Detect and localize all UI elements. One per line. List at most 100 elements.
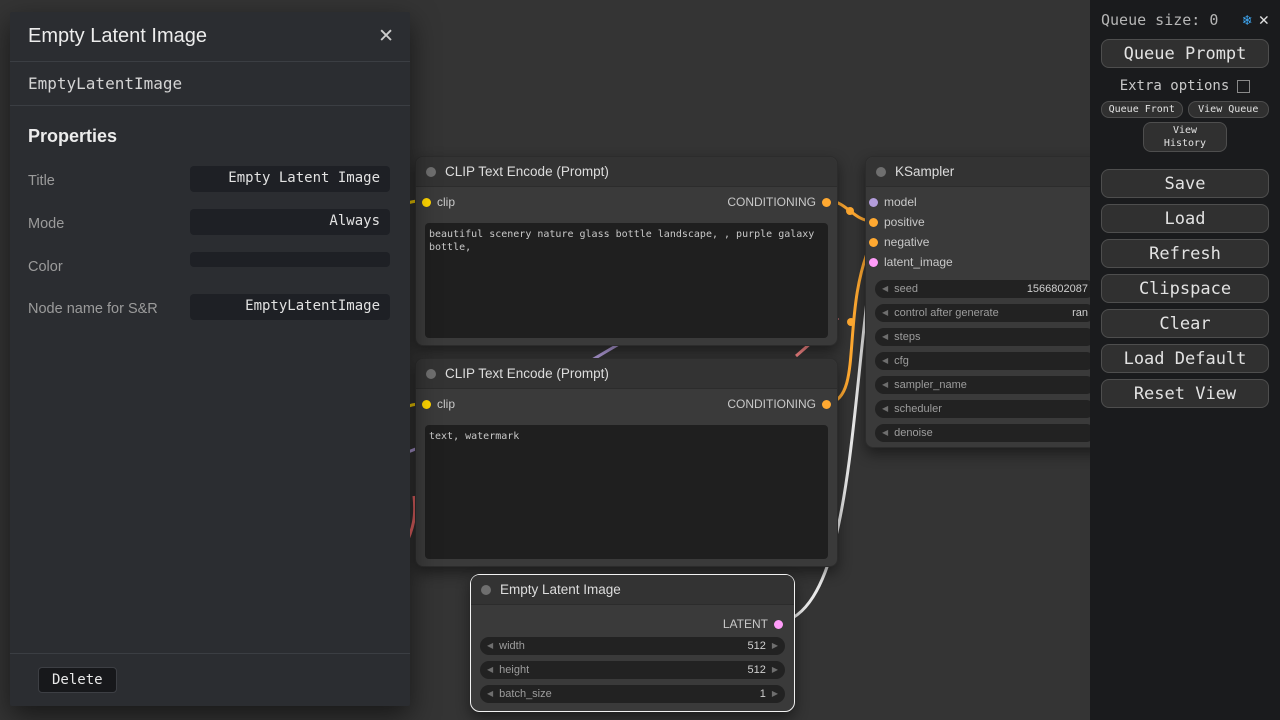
input-slot-latent-image[interactable]: latent_image [866,252,1104,272]
clear-button[interactable]: Clear [1101,309,1269,338]
dialog-title: Empty Latent Image [28,25,207,48]
decrement-icon[interactable]: ◀ [882,285,888,293]
view-history-button[interactable]: View History [1143,122,1227,152]
node-empty-latent-image[interactable]: Empty Latent Image LATENT ◀ width 512 ▶ … [470,574,795,712]
node-title: KSampler [895,164,954,179]
field-color: Color [10,252,410,277]
queue-front-button[interactable]: Queue Front [1101,101,1183,118]
decrement-icon[interactable]: ◀ [882,333,888,341]
input-slot-label: negative [884,235,929,249]
widget-seed[interactable]: ◀ seed 1566802087 [875,280,1095,298]
field-mode: Mode Always [10,209,410,235]
queue-prompt-button[interactable]: Queue Prompt [1101,39,1269,68]
output-slot-conditioning[interactable]: CONDITIONING [727,397,831,411]
reset-view-button[interactable]: Reset View [1101,379,1269,408]
decrement-icon[interactable]: ◀ [487,642,493,650]
output-slot-latent[interactable]: LATENT [723,617,783,631]
decrement-icon[interactable]: ◀ [882,357,888,365]
prompt-textarea[interactable]: text, watermark [425,425,828,559]
load-button[interactable]: Load [1101,204,1269,233]
decrement-icon[interactable]: ◀ [882,429,888,437]
widget-height[interactable]: ◀ height 512 ▶ [480,661,785,679]
decrement-icon[interactable]: ◀ [487,666,493,674]
widget-batch-size[interactable]: ◀ batch_size 1 ▶ [480,685,785,703]
node-status-dot [481,585,491,595]
refresh-button[interactable]: Refresh [1101,239,1269,268]
node-class-name: EmptyLatentImage [10,62,410,106]
close-icon[interactable]: ✕ [378,25,394,48]
node-name-field[interactable]: EmptyLatentImage [190,294,390,320]
delete-button[interactable]: Delete [38,667,117,693]
node-status-dot [876,167,886,177]
widget-denoise[interactable]: ◀ denoise [875,424,1095,442]
input-slot-clip[interactable]: clip [422,195,455,209]
input-slot-label: latent_image [884,255,953,269]
node-ksampler[interactable]: KSampler model positive negative latent_… [865,156,1105,448]
slot-row: clip CONDITIONING [416,189,837,215]
wire-midpoint-dot [846,207,854,215]
load-default-button[interactable]: Load Default [1101,344,1269,373]
node-title-bar[interactable]: CLIP Text Encode (Prompt) [416,157,837,187]
output-slot-label: CONDITIONING [727,397,816,411]
color-field[interactable] [190,252,390,267]
widget-steps[interactable]: ◀ steps [875,328,1095,346]
decrement-icon[interactable]: ◀ [487,690,493,698]
latent-slot-dot-icon[interactable] [774,620,783,629]
snowflake-icon[interactable]: ❄ [1243,11,1252,29]
conditioning-slot-dot-icon[interactable] [869,238,878,247]
input-slot-negative[interactable]: negative [866,232,1104,252]
node-title-bar[interactable]: KSampler [866,157,1104,187]
output-slot-conditioning[interactable]: CONDITIONING [727,195,831,209]
mode-field[interactable]: Always [190,209,390,235]
clipspace-button[interactable]: Clipspace [1101,274,1269,303]
input-slot-clip[interactable]: clip [422,397,455,411]
widget-width[interactable]: ◀ width 512 ▶ [480,637,785,655]
widget-control-after-generate[interactable]: ◀ control after generate ran [875,304,1095,322]
latent-slot-dot-icon[interactable] [869,258,878,267]
node-title-bar[interactable]: CLIP Text Encode (Prompt) [416,359,837,389]
title-field[interactable]: Empty Latent Image [190,166,390,192]
increment-icon[interactable]: ▶ [772,642,778,650]
input-slot-label: model [884,195,917,209]
conditioning-slot-dot-icon[interactable] [869,218,878,227]
model-slot-dot-icon[interactable] [869,198,878,207]
input-slot-label: clip [437,397,455,411]
node-title: Empty Latent Image [500,582,621,597]
field-label: Title [28,166,55,191]
input-slot-positive[interactable]: positive [866,212,1104,232]
decrement-icon[interactable]: ◀ [882,405,888,413]
increment-icon[interactable]: ▶ [772,666,778,674]
widget-scheduler[interactable]: ◀ scheduler [875,400,1095,418]
decrement-icon[interactable]: ◀ [882,309,888,317]
conditioning-slot-dot-icon[interactable] [822,400,831,409]
node-title: CLIP Text Encode (Prompt) [445,164,609,179]
field-title: Title Empty Latent Image [10,166,410,192]
comfy-menu-sidebar: Queue size: 0 ❄ ✕ Queue Prompt Extra opt… [1090,0,1280,720]
view-queue-button[interactable]: View Queue [1188,101,1270,118]
close-icon[interactable]: ✕ [1259,10,1269,30]
field-label: Mode [28,209,64,234]
conditioning-slot-dot-icon[interactable] [822,198,831,207]
clip-slot-dot-icon[interactable] [422,400,431,409]
widget-sampler-name[interactable]: ◀ sampler_name [875,376,1095,394]
node-status-dot [426,369,436,379]
node-clip-text-encode-negative[interactable]: CLIP Text Encode (Prompt) clip CONDITION… [415,358,838,567]
node-status-dot [426,167,436,177]
slot-row: clip CONDITIONING [416,391,837,417]
properties-heading: Properties [10,106,410,149]
prompt-textarea[interactable]: beautiful scenery nature glass bottle la… [425,223,828,338]
node-properties-dialog: Empty Latent Image ✕ EmptyLatentImage Pr… [10,12,410,706]
input-slot-model[interactable]: model [866,192,1104,212]
increment-icon[interactable]: ▶ [772,690,778,698]
slot-row: LATENT [471,611,794,637]
clip-slot-dot-icon[interactable] [422,198,431,207]
widget-cfg[interactable]: ◀ cfg [875,352,1095,370]
output-slot-label: CONDITIONING [727,195,816,209]
extra-options-checkbox[interactable] [1237,80,1250,93]
decrement-icon[interactable]: ◀ [882,381,888,389]
save-button[interactable]: Save [1101,169,1269,198]
output-slot-label: LATENT [723,617,768,631]
node-clip-text-encode-positive[interactable]: CLIP Text Encode (Prompt) clip CONDITION… [415,156,838,346]
node-title-bar[interactable]: Empty Latent Image [471,575,794,605]
input-slot-label: positive [884,215,925,229]
